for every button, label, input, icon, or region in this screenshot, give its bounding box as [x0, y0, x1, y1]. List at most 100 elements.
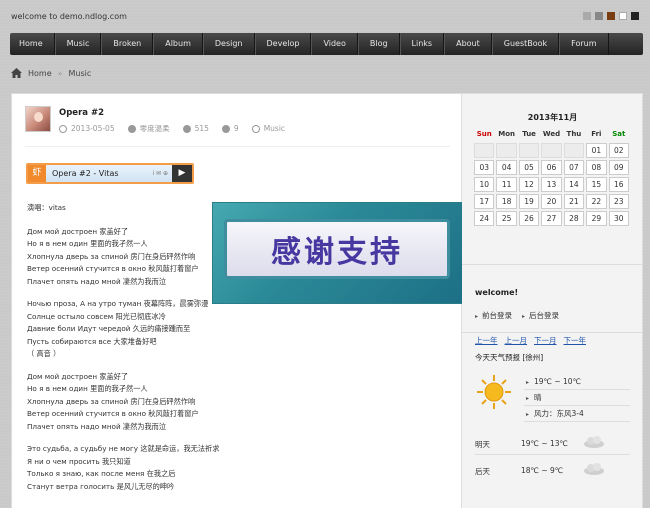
- nav-item-music[interactable]: Music: [54, 33, 102, 55]
- post-date: 2013-05-05: [59, 124, 115, 133]
- calendar-weekday: Tue: [522, 130, 536, 138]
- post-author[interactable]: 零度温柔: [127, 123, 170, 134]
- calendar-day[interactable]: 20: [541, 194, 562, 209]
- lyric-line: Хлопнула дверь за спиной 房门在身后砰然作响: [27, 396, 196, 406]
- nav-item-video[interactable]: Video: [311, 33, 358, 55]
- lyric-line: Солнце остыло совсем 阳光已彻底冰冷: [27, 311, 166, 321]
- calendar-day[interactable]: 29: [586, 211, 607, 226]
- calendar-day[interactable]: 08: [586, 160, 607, 175]
- calendar-day[interactable]: 24: [474, 211, 495, 226]
- calendar-weekday: Wed: [542, 130, 561, 138]
- welcome-widget-title: welcome!: [475, 288, 519, 297]
- calendar-day[interactable]: 22: [586, 194, 607, 209]
- calendar-title: 2013年11月: [527, 113, 578, 122]
- thanks-banner: 感谢支持: [213, 203, 466, 303]
- calendar-day[interactable]: 21: [563, 194, 585, 209]
- calendar-day[interactable]: 28: [563, 211, 585, 226]
- nav-item-guestbook[interactable]: GuestBook: [491, 33, 560, 55]
- calendar-day[interactable]: 17: [474, 194, 495, 209]
- weather-wind: 风力：东风3-4: [524, 406, 630, 422]
- player-track-title: Opera #2 - Vitas i ✉ ⊕: [46, 165, 172, 182]
- front-login-link[interactable]: 前台登录: [475, 310, 512, 321]
- calendar-day[interactable]: 01: [586, 143, 607, 158]
- calendar-day[interactable]: 30: [608, 211, 629, 226]
- calendar-day[interactable]: 11: [496, 177, 517, 192]
- lyric-stanza: Это судьба, а судьбу не могу 这就是命运，我无法祈求…: [27, 443, 457, 493]
- calendar-day[interactable]: 14: [563, 177, 585, 192]
- divider: [25, 146, 450, 147]
- calendar-day[interactable]: 06: [541, 160, 562, 175]
- calendar-day[interactable]: 12: [518, 177, 540, 192]
- nav-item-broken[interactable]: Broken: [101, 33, 154, 55]
- admin-login-link[interactable]: 后台登录: [522, 310, 559, 321]
- calendar-empty-cell: [563, 143, 585, 158]
- theme-swatch[interactable]: [595, 12, 603, 20]
- comment-icon: [221, 124, 230, 133]
- nav-item-develop[interactable]: Develop: [254, 33, 312, 55]
- theme-swatch[interactable]: [619, 12, 627, 20]
- calendar-day[interactable]: 25: [496, 211, 517, 226]
- calendar-day[interactable]: 07: [563, 160, 585, 175]
- lyric-stanza: Ночью проза, А на утро туман 夜幕阵阵，晨雾弥漫 Со…: [27, 298, 457, 361]
- post-category[interactable]: Music: [251, 124, 285, 133]
- prev-month-link[interactable]: 上一月: [505, 335, 528, 346]
- lyric-line: Ветер осенний стучится в окно 秋风敲打着窗户: [27, 409, 199, 418]
- calendar-nav: 上一年 上一月 下一月 下一年: [475, 335, 586, 346]
- calendar-empty-cell: [496, 143, 517, 158]
- lyric-line: Только я знаю, как после меня 在我之后: [27, 469, 176, 478]
- nav-item-home[interactable]: Home: [10, 33, 55, 55]
- weather-today: 19℃ ~ 10℃ 晴 风力：东风3-4: [524, 374, 630, 422]
- post-title[interactable]: Opera #2: [59, 108, 104, 118]
- nav-item-about[interactable]: About: [444, 33, 492, 55]
- theme-swatch[interactable]: [583, 12, 591, 20]
- nav-item-album[interactable]: Album: [153, 33, 203, 55]
- lyric-line: Но я в нем один 里面的我孑然一人: [27, 384, 148, 393]
- calendar-empty-cell: [541, 143, 562, 158]
- theme-swatch[interactable]: [631, 12, 639, 20]
- divider: [475, 454, 630, 455]
- breadcrumb-separator: »: [57, 68, 63, 78]
- sidebar: 2013年11月 Sun Mon Tue Wed Thu Fri Sat 01 02 03 04 05…: [462, 93, 643, 508]
- calendar-day[interactable]: 15: [586, 177, 607, 192]
- calendar-day[interactable]: 10: [474, 177, 495, 192]
- play-button[interactable]: ▶: [172, 165, 192, 182]
- lyric-line: Это судьба, а судьбу не могу 这就是命运，我无法祈求: [27, 444, 220, 453]
- theme-swatch[interactable]: [607, 12, 615, 20]
- calendar-day[interactable]: 04: [496, 160, 517, 175]
- player-controls[interactable]: i ✉ ⊕: [152, 165, 168, 182]
- nav-item-forum[interactable]: Forum: [559, 33, 609, 55]
- top-bar: welcome to demo.ndlog.com: [0, 0, 650, 30]
- calendar-day[interactable]: 09: [608, 160, 629, 175]
- calendar-day[interactable]: 23: [608, 194, 629, 209]
- calendar-day[interactable]: 13: [541, 177, 562, 192]
- calendar-day[interactable]: 05: [518, 160, 540, 175]
- xiami-logo-icon: 虾: [28, 165, 46, 182]
- nav-item-links[interactable]: Links: [399, 33, 445, 55]
- post-meta: 2013-05-05 零度温柔 515 9 Music: [59, 123, 298, 134]
- nav-item-design[interactable]: Design: [202, 33, 255, 55]
- user-icon: [127, 124, 136, 133]
- lyric-line: Пусть собираются все 大家堆备好吧: [27, 336, 157, 346]
- welcome-links: 前台登录 后台登录: [475, 310, 559, 321]
- prev-year-link[interactable]: 上一年: [475, 335, 498, 346]
- calendar-day[interactable]: 27: [541, 211, 562, 226]
- next-year-link[interactable]: 下一年: [564, 335, 587, 346]
- calendar-day[interactable]: 18: [496, 194, 517, 209]
- lyric-line: Станут ветра голосить 是风儿无尽的呻吟: [27, 481, 175, 491]
- nav-item-blog[interactable]: Blog: [357, 33, 400, 55]
- lyric-line: Дом мой достроен 家盖好了: [27, 371, 129, 381]
- post-comments[interactable]: 9: [221, 124, 239, 133]
- calendar-day[interactable]: 26: [518, 211, 540, 226]
- calendar-day[interactable]: 16: [608, 177, 629, 192]
- breadcrumb-current[interactable]: Music: [69, 69, 92, 78]
- calendar-day[interactable]: 03: [474, 160, 495, 175]
- calendar-weekday: Mon: [498, 130, 516, 138]
- welcome-text: welcome to demo.ndlog.com: [11, 12, 127, 21]
- calendar-day[interactable]: 02: [608, 143, 629, 158]
- next-month-link[interactable]: 下一月: [534, 335, 557, 346]
- cloud-icon: [584, 436, 604, 448]
- home-icon: [11, 68, 22, 78]
- calendar-day[interactable]: 19: [518, 194, 540, 209]
- breadcrumb-home[interactable]: Home: [28, 69, 52, 78]
- clock-icon: [59, 124, 67, 133]
